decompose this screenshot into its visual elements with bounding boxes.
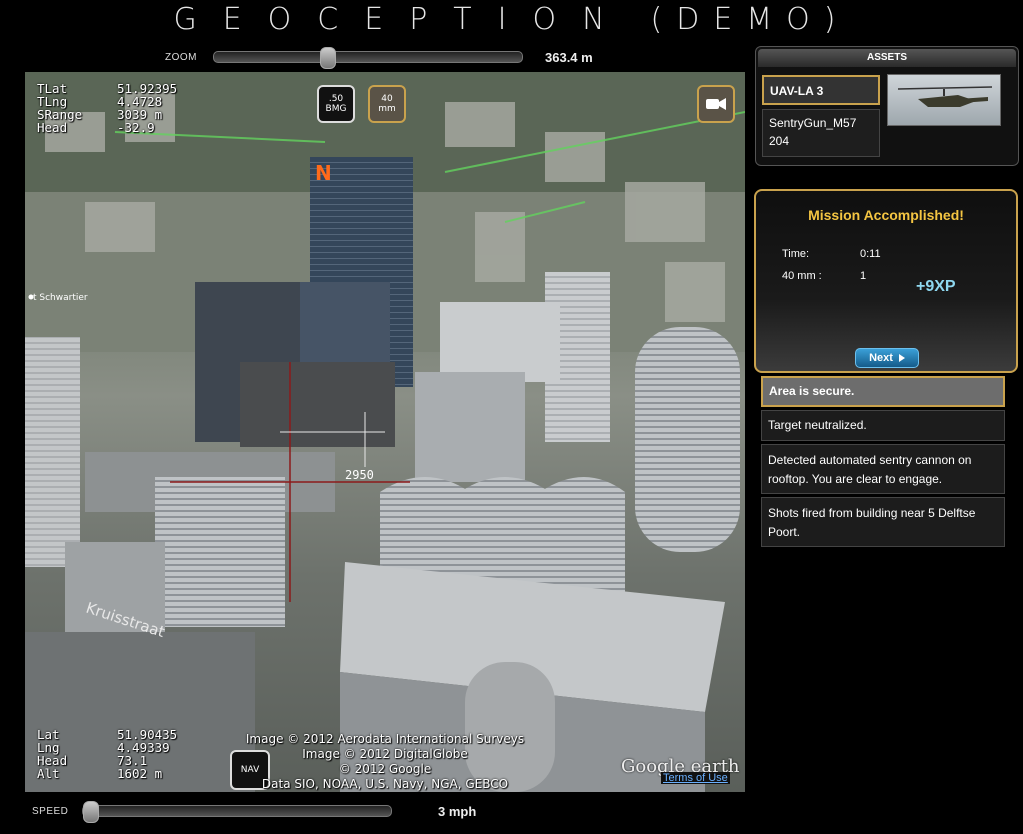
zoom-slider[interactable] — [213, 47, 523, 69]
hud-key: Head — [37, 120, 68, 135]
speed-label: SPEED — [32, 805, 69, 817]
hud-value: 1602 m — [117, 766, 163, 781]
next-button[interactable]: Next — [855, 348, 919, 368]
camera-button[interactable] — [697, 85, 735, 123]
log-entry: Detected automated sentry cannon on roof… — [761, 444, 1005, 494]
map-viewport[interactable]: N Kruisstraat t Schwartier 2950 TLat 51.… — [25, 72, 745, 792]
attribution-line3: © 2012 Google — [338, 762, 432, 776]
speed-slider[interactable] — [82, 801, 392, 823]
attribution-line1: Image © 2012 Aerodata International Surv… — [245, 732, 525, 746]
asset-item-uav[interactable]: UAV-LA 3 — [762, 75, 880, 105]
xp-reward: +9XP — [916, 278, 956, 295]
city-scene: N Kruisstraat t Schwartier 2950 — [25, 72, 745, 792]
terms-of-use-link[interactable]: Terms of Use — [661, 772, 730, 784]
hud-row: Alt 1602 m — [37, 767, 177, 780]
hud-value: -32.9 — [117, 120, 155, 135]
target-range: 2950 — [345, 468, 374, 482]
time-value: 0:11 — [860, 248, 881, 260]
assets-header: ASSETS — [758, 49, 1016, 67]
weapon-40mm-bottom: mm — [378, 104, 396, 114]
log-entry: Target neutralized. — [761, 410, 1005, 441]
next-label: Next — [869, 352, 893, 364]
zoom-value: 363.4 m — [545, 49, 593, 65]
zoom-control: ZOOM 363.4 m — [165, 46, 615, 69]
hud-position-readout: Lat 51.90435 Lng 4.49339 Head 73.1 Alt 1602 m — [37, 728, 177, 780]
title-main: GEOCEPTION — [173, 2, 631, 37]
zoom-label: ZOOM — [165, 51, 197, 63]
weapon-50bmg-button[interactable]: .50 BMG — [317, 85, 355, 123]
hud-target-readout: TLat 51.92395 TLng 4.4728 SRange 3039 m Head -3… — [37, 82, 177, 134]
mission-result-panel: Mission Accomplished! Time: 0:11 40 mm :… — [754, 189, 1018, 373]
weapon-40mm-button[interactable]: 40 mm — [368, 85, 406, 123]
speed-slider-thumb[interactable] — [83, 801, 99, 823]
helicopter-icon — [897, 86, 993, 107]
place-label: t Schwartier — [33, 293, 88, 303]
log-text: Shots fired from building near 5 Delftse… — [768, 506, 976, 539]
hud-key: Alt — [37, 766, 60, 781]
speed-control: SPEED 3 mph — [32, 800, 502, 823]
zoom-slider-thumb[interactable] — [320, 47, 336, 69]
assets-panel: ASSETS UAV-LA 3 SentryGun_M57 204 — [755, 46, 1019, 166]
game-title: GEOCEPTION (DEMO) — [0, 2, 1023, 42]
ammo-value: 1 — [860, 270, 867, 282]
title-suffix: (DEMO) — [650, 2, 850, 37]
map-attribution: Image © 2012 Aerodata International Surv… — [235, 732, 535, 792]
asset-thumbnail — [887, 74, 1001, 126]
hud-row: Head -32.9 — [37, 121, 177, 134]
mission-title: Mission Accomplished! — [808, 207, 964, 223]
time-label: Time: — [782, 248, 810, 260]
attribution-line2: Image © 2012 DigitalGlobe — [302, 747, 468, 761]
weapon-50bmg-top: .50 — [328, 94, 344, 104]
video-camera-icon — [706, 98, 726, 110]
weapon-50bmg-bottom: BMG — [325, 104, 347, 114]
log-text: Detected automated sentry cannon on roof… — [768, 453, 972, 486]
log-text: Target neutralized. — [768, 418, 867, 432]
chevron-right-icon — [898, 354, 905, 362]
speed-value: 3 mph — [438, 803, 477, 819]
log-text: Area is secure. — [769, 384, 855, 398]
ammo-label: 40 mm : — [782, 270, 822, 282]
log-entry: Shots fired from building near 5 Delftse… — [761, 497, 1005, 547]
attribution-line4: Data SIO, NOAA, U.S. Navy, NGA, GEBCO — [261, 777, 509, 791]
game-window: GEOCEPTION (DEMO) ZOOM 363.4 m N Kruisst… — [0, 0, 1023, 834]
weapon-40mm-top: 40 — [381, 94, 393, 104]
asset-label: SentryGun_M57 204 — [769, 116, 857, 148]
log-entry: Area is secure. — [761, 376, 1005, 407]
building-logo: N — [315, 161, 332, 185]
asset-label: UAV-LA 3 — [770, 84, 824, 98]
asset-item-sentrygun[interactable]: SentryGun_M57 204 — [762, 109, 880, 157]
